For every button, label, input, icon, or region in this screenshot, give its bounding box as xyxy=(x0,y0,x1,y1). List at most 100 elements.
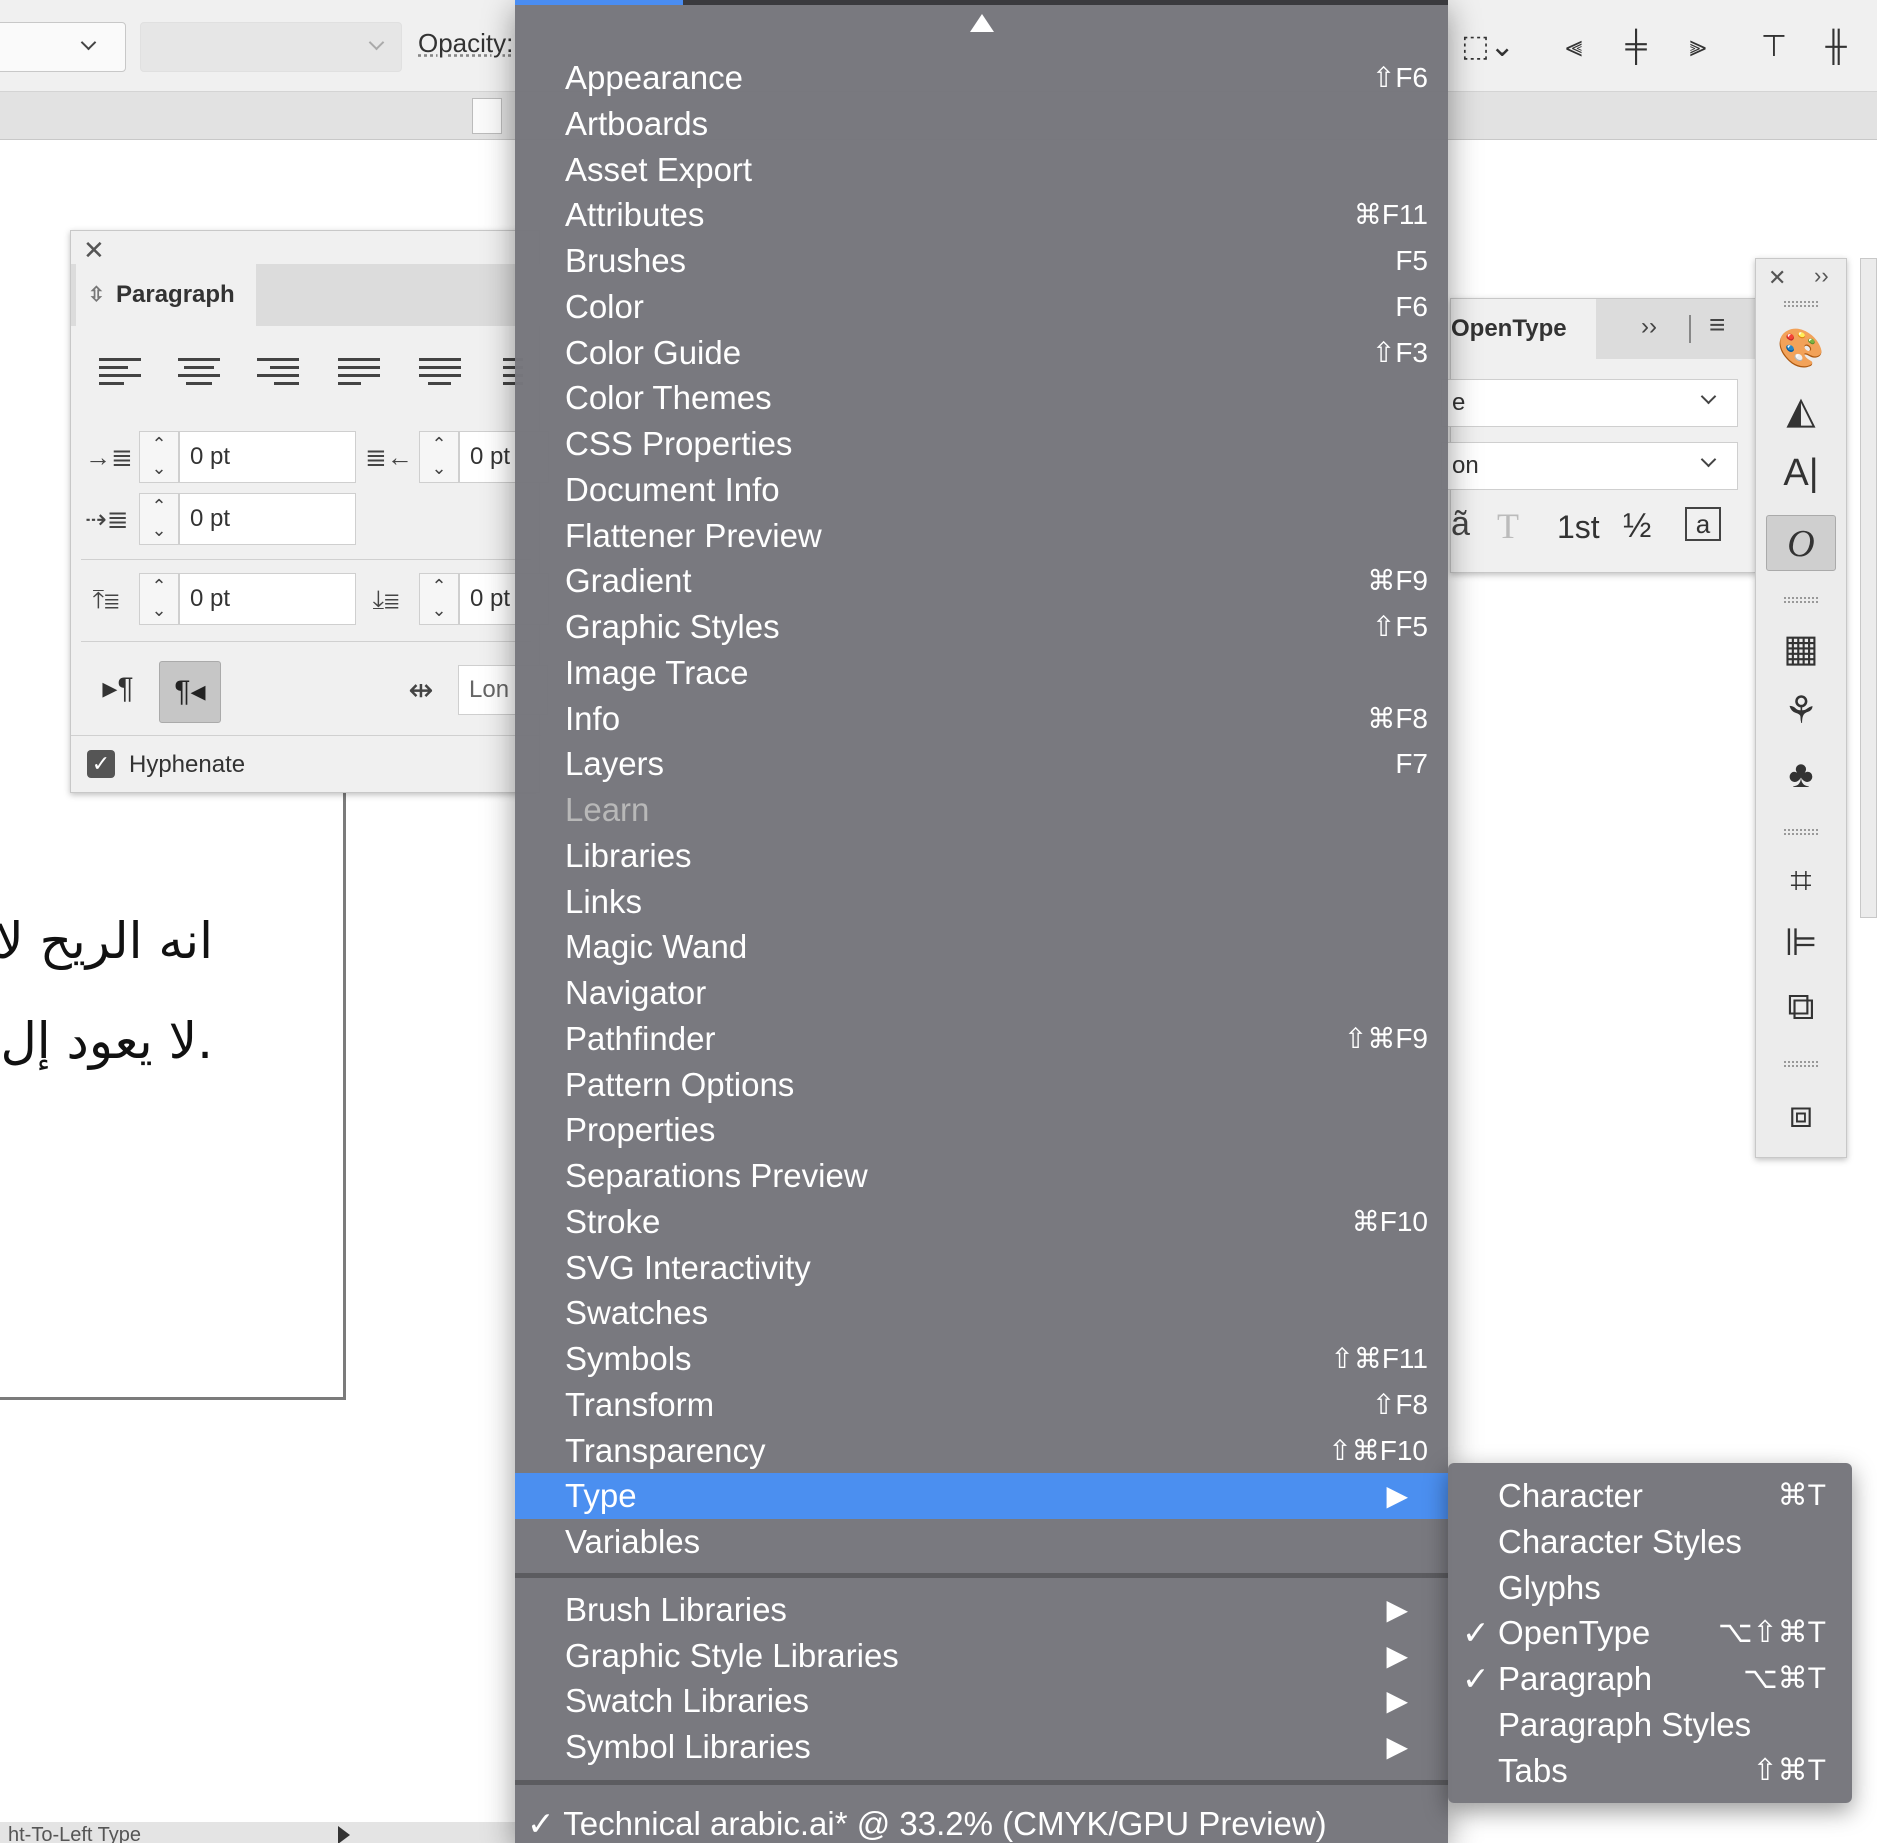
menu-item-swatches[interactable]: Swatches xyxy=(515,1290,1448,1336)
opentype-icon[interactable]: O xyxy=(1766,515,1836,571)
space-before-stepper[interactable]: ⌃ ⌄ xyxy=(139,573,179,625)
menu-item-asset-export[interactable]: Asset Export xyxy=(515,147,1448,193)
fill-dropdown[interactable] xyxy=(0,22,126,72)
transform-icon[interactable]: ⌗ xyxy=(1766,853,1836,909)
menu-item-properties[interactable]: Properties xyxy=(515,1107,1448,1153)
titling-icon[interactable]: T xyxy=(1497,505,1519,547)
menu-item-symbol-libraries[interactable]: Symbol Libraries ▶ xyxy=(515,1724,1448,1770)
fraction-icon[interactable]: ½ xyxy=(1623,507,1651,546)
opacity-label[interactable]: Opacity: xyxy=(418,28,513,59)
transform-dropdown-icon[interactable]: ⬚⌄ xyxy=(1460,22,1516,72)
collapse-icon[interactable]: ›› xyxy=(1814,263,1829,289)
close-icon[interactable]: ✕ xyxy=(1768,265,1786,291)
hyphenate-checkbox[interactable]: ✓ xyxy=(87,750,115,778)
close-icon[interactable]: ✕ xyxy=(83,235,105,266)
color-guide-icon[interactable]: ◭ xyxy=(1766,383,1836,439)
arabic-text-line-1[interactable]: انه الريح لا xyxy=(0,912,213,970)
ordinal-icon[interactable]: 1st xyxy=(1557,509,1600,546)
menu-item-type[interactable]: Type ▶ xyxy=(515,1473,1448,1520)
stylistic-alternates-icon[interactable]: a xyxy=(1685,507,1721,541)
menu-item-open-document[interactable]: ✓ Technical arabic.ai* @ 33.2% (CMYK/GPU… xyxy=(515,1801,1448,1843)
rtl-direction-button[interactable]: ¶◂ xyxy=(159,661,221,723)
submenu-item-character[interactable]: Character ⌘T xyxy=(1448,1473,1852,1519)
menu-item-navigator[interactable]: Navigator xyxy=(515,970,1448,1016)
swatches-icon[interactable]: ▦ xyxy=(1766,621,1836,677)
align-right-icon[interactable] xyxy=(257,353,299,387)
align-middle-icon[interactable]: ╫ xyxy=(1814,22,1858,72)
menu-item-symbols[interactable]: Symbols ⇧⌘F11 xyxy=(515,1336,1448,1382)
submenu-item-character-styles[interactable]: Character Styles xyxy=(1448,1519,1852,1565)
panel-menu-icon[interactable]: ≡ xyxy=(1709,309,1725,341)
align-center-icon[interactable]: ╪ xyxy=(1614,22,1658,72)
expand-panel-icon[interactable]: ›› xyxy=(1641,313,1657,341)
brushes-icon[interactable]: ⚘ xyxy=(1766,683,1836,739)
menu-item-transparency[interactable]: Transparency ⇧⌘F10 xyxy=(515,1428,1448,1474)
align-right-icon[interactable]: ⫸ xyxy=(1676,22,1720,72)
menu-item-pattern-options[interactable]: Pattern Options xyxy=(515,1062,1448,1108)
scroll-up-arrow-icon[interactable] xyxy=(970,14,994,32)
menu-item-image-trace[interactable]: Image Trace xyxy=(515,650,1448,696)
right-indent-stepper[interactable]: ⌃ ⌄ xyxy=(419,431,459,483)
menu-item-transform[interactable]: Transform ⇧F8 xyxy=(515,1382,1448,1428)
space-after-stepper[interactable]: ⌃ ⌄ xyxy=(419,573,459,625)
position-dropdown[interactable]: on xyxy=(1441,442,1738,490)
menu-item-links[interactable]: Links xyxy=(515,879,1448,925)
figure-style-dropdown[interactable]: e xyxy=(1441,379,1738,427)
submenu-item-opentype[interactable]: ✓ OpenType ⌥⇧⌘T xyxy=(1448,1610,1852,1656)
menu-item-stroke[interactable]: Stroke ⌘F10 xyxy=(515,1199,1448,1245)
submenu-item-paragraph[interactable]: ✓ Paragraph ⌥⌘T xyxy=(1448,1656,1852,1702)
align-top-icon[interactable]: ⊤ xyxy=(1752,22,1796,72)
menu-item-color[interactable]: Color F6 xyxy=(515,284,1448,330)
justify-last-left-icon[interactable] xyxy=(338,353,380,387)
menu-item-layers[interactable]: Layers F7 xyxy=(515,741,1448,787)
paragraph-panel-tab[interactable]: ⇳ Paragraph xyxy=(76,264,256,326)
menu-item-css-properties[interactable]: CSS Properties xyxy=(515,421,1448,467)
opentype-panel-title[interactable]: OpenType xyxy=(1451,299,1596,359)
submenu-item-glyphs[interactable]: Glyphs xyxy=(1448,1565,1852,1611)
menu-item-libraries[interactable]: Libraries xyxy=(515,833,1448,879)
menu-item-pathfinder[interactable]: Pathfinder ⇧⌘F9 xyxy=(515,1016,1448,1062)
menu-item-variables[interactable]: Variables xyxy=(515,1519,1448,1565)
menu-item-swatch-libraries[interactable]: Swatch Libraries ▶ xyxy=(515,1678,1448,1724)
character-icon[interactable]: A| xyxy=(1766,445,1836,501)
menu-item-magic-wand[interactable]: Magic Wand xyxy=(515,924,1448,970)
menu-item-gradient[interactable]: Gradient ⌘F9 xyxy=(515,558,1448,604)
menu-item-color-themes[interactable]: Color Themes xyxy=(515,375,1448,421)
submenu-item-paragraph-styles[interactable]: Paragraph Styles xyxy=(1448,1702,1852,1748)
justify-last-center-icon[interactable] xyxy=(419,353,461,387)
menu-item-info[interactable]: Info ⌘F8 xyxy=(515,696,1448,742)
menu-item-color-guide[interactable]: Color Guide ⇧F3 xyxy=(515,330,1448,376)
menu-item-brushes[interactable]: Brushes F5 xyxy=(515,238,1448,284)
align-center-icon[interactable] xyxy=(178,353,220,387)
align-left-icon[interactable]: ⫷ xyxy=(1552,22,1596,72)
pathfinder-icon[interactable]: ⧉ xyxy=(1766,979,1836,1035)
grip[interactable] xyxy=(1784,301,1818,307)
ltr-direction-button[interactable]: ▸¶ xyxy=(89,661,147,717)
symbols-icon[interactable]: ♣ xyxy=(1766,747,1836,803)
grip[interactable] xyxy=(1784,829,1818,835)
color-palette-icon[interactable]: 🎨 xyxy=(1766,321,1836,377)
first-line-indent-stepper[interactable]: ⌃ ⌄ xyxy=(139,493,179,545)
menu-item-flattener-preview[interactable]: Flattener Preview xyxy=(515,513,1448,559)
arabic-text-line-2[interactable]: .لا يعود إل xyxy=(0,1012,213,1070)
first-line-indent-field[interactable]: 0 pt xyxy=(179,493,356,545)
menu-item-separations-preview[interactable]: Separations Preview xyxy=(515,1153,1448,1199)
grip[interactable] xyxy=(1784,1061,1818,1067)
left-indent-field[interactable]: 0 pt xyxy=(179,431,356,483)
menu-item-document-info[interactable]: Document Info xyxy=(515,467,1448,513)
align-left-icon[interactable] xyxy=(99,353,141,387)
asset-export-icon[interactable]: ⧈ xyxy=(1766,1087,1836,1143)
submenu-item-tabs[interactable]: Tabs ⇧⌘T xyxy=(1448,1748,1852,1794)
menu-item-appearance[interactable]: Appearance ⇧F6 xyxy=(515,55,1448,101)
menu-item-brush-libraries[interactable]: Brush Libraries ▶ xyxy=(515,1587,1448,1633)
style-dropdown[interactable] xyxy=(140,22,402,72)
grip[interactable] xyxy=(1784,597,1818,603)
menu-item-attributes[interactable]: Attributes ⌘F11 xyxy=(515,192,1448,238)
status-next-icon[interactable] xyxy=(338,1826,350,1843)
menu-item-artboards[interactable]: Artboards xyxy=(515,101,1448,147)
menu-item-svg-interactivity[interactable]: SVG Interactivity xyxy=(515,1245,1448,1291)
left-indent-stepper[interactable]: ⌃ ⌄ xyxy=(139,431,179,483)
align-icon[interactable]: ⊫ xyxy=(1766,915,1836,971)
menu-item-graphic-style-libraries[interactable]: Graphic Style Libraries ▶ xyxy=(515,1633,1448,1679)
space-before-field[interactable]: 0 pt xyxy=(179,573,356,625)
